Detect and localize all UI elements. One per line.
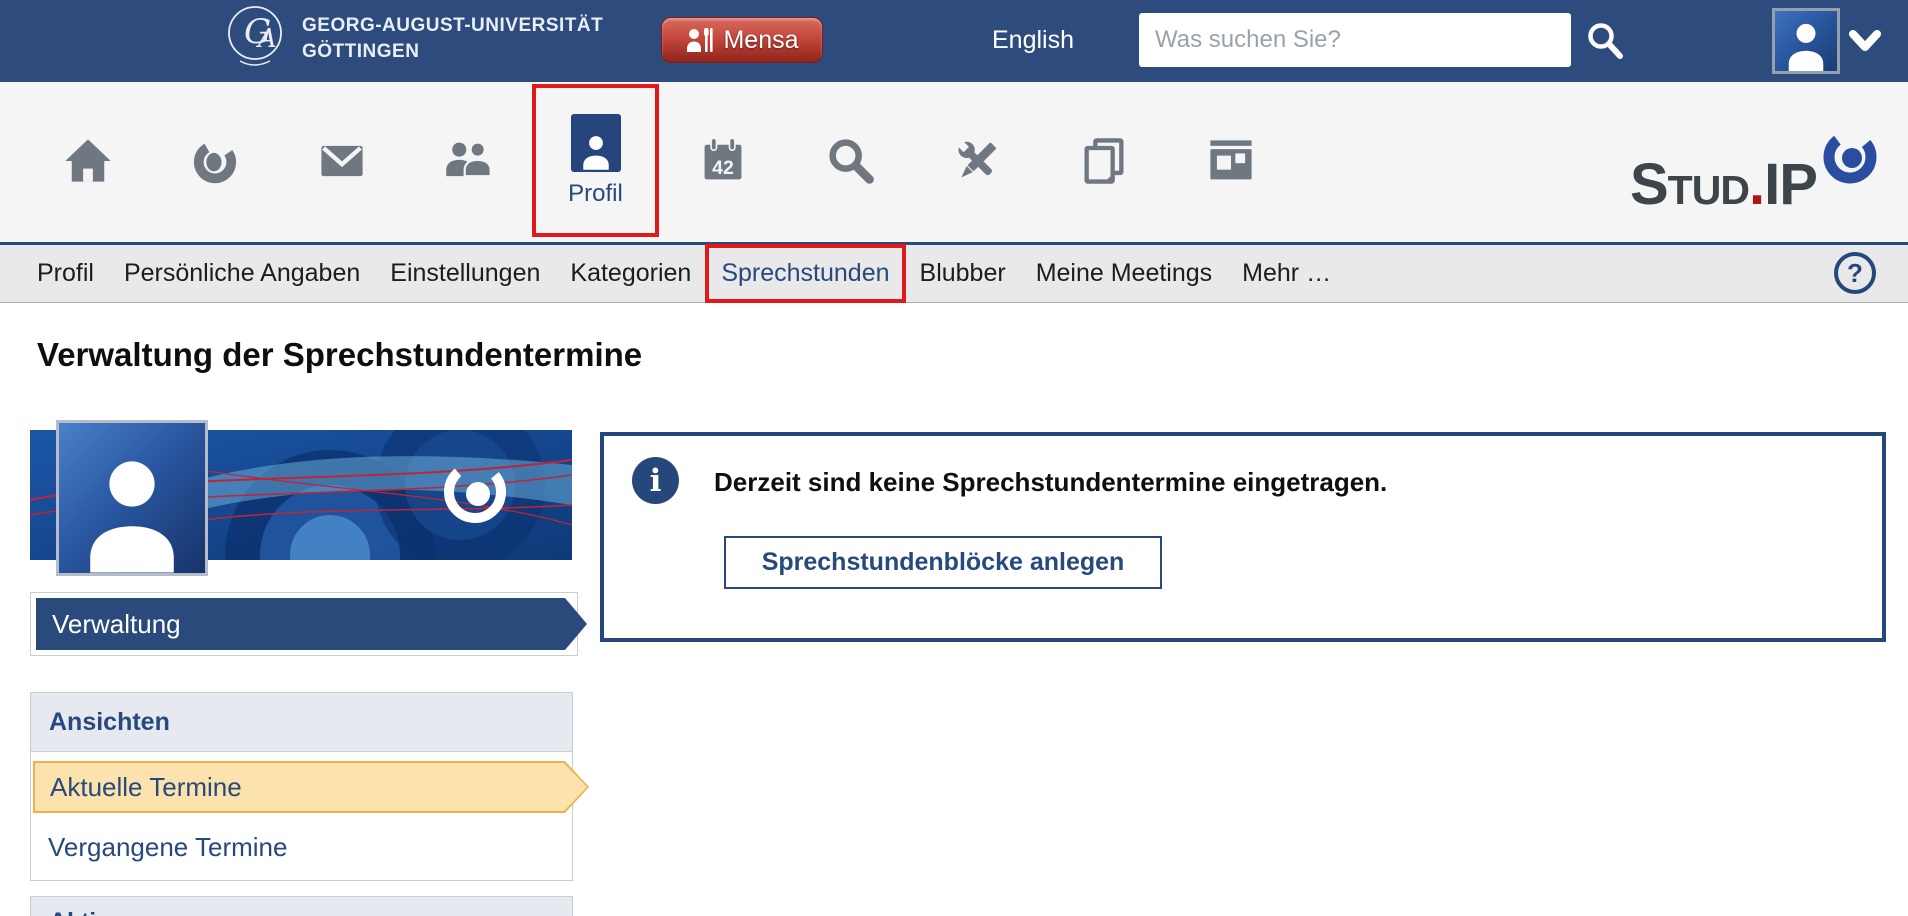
sidebar-nav-verwaltung[interactable]: Verwaltung	[36, 598, 587, 650]
sidebar-item-aktuelle-termine[interactable]: Aktuelle Termine	[33, 761, 589, 813]
nav-profile-active[interactable]: Profil	[532, 84, 659, 237]
bulletin-board-icon	[1205, 135, 1257, 187]
search-submit-icon[interactable]	[1584, 20, 1626, 62]
create-consultation-blocks-button[interactable]: Sprechstundenblöcke anlegen	[724, 536, 1162, 589]
global-search-box	[1139, 13, 1571, 67]
help-icon[interactable]: ?	[1834, 252, 1876, 294]
nav-profile-label: Profil	[568, 180, 623, 208]
search-icon	[824, 135, 876, 187]
nav-news-board[interactable]	[1167, 84, 1294, 237]
nav-community[interactable]	[405, 84, 532, 237]
main-navigation-toolbar: Profil 42	[0, 82, 1908, 245]
studip-logo-dot: .	[1749, 152, 1764, 217]
community-icon	[443, 135, 495, 187]
sidebar-user-avatar	[56, 420, 208, 576]
nav-courses[interactable]	[151, 84, 278, 237]
user-avatar[interactable]	[1772, 8, 1840, 74]
tab-blubber[interactable]: Blubber	[905, 245, 1021, 302]
tab-kategorien[interactable]: Kategorien	[555, 245, 706, 302]
sidebar-item-vergangene-termine[interactable]: Vergangene Termine	[32, 814, 572, 880]
nav-home[interactable]	[24, 84, 151, 237]
svg-text:A: A	[256, 24, 277, 54]
tab-mehr[interactable]: Mehr …	[1227, 245, 1346, 302]
studip-logo-part1: Stud	[1630, 152, 1749, 217]
schedule-calendar-icon: 42	[697, 135, 749, 187]
avatar-person-icon	[1780, 17, 1832, 71]
university-name[interactable]: GEORG-AUGUST-UNIVERSITÄT GÖTTINGEN	[302, 13, 603, 65]
info-icon: i	[632, 457, 679, 504]
user-menu-chevron-down-icon[interactable]	[1848, 28, 1882, 55]
studip-logo-part2: IP	[1764, 152, 1817, 217]
page-title: Verwaltung der Sprechstundentermine	[37, 336, 642, 374]
tab-meine-meetings[interactable]: Meine Meetings	[1021, 245, 1227, 302]
tab-einstellungen[interactable]: Einstellungen	[375, 245, 555, 302]
profile-person-glyph	[578, 130, 614, 172]
global-search-input[interactable]	[1139, 13, 1571, 67]
tools-icon	[951, 135, 1003, 187]
sidebar-section-aktionen-title: Aktionen	[31, 897, 572, 916]
university-name-line1: GEORG-AUGUST-UNIVERSITÄT	[302, 13, 603, 39]
studip-screen: G A GEORG-AUGUST-UNIVERSITÄT GÖTTINGEN M…	[0, 0, 1908, 916]
home-icon	[62, 135, 114, 187]
sidebar-section-ansichten-title: Ansichten	[31, 693, 572, 752]
calendar-week-number: 42	[712, 157, 734, 179]
university-name-line2: GÖTTINGEN	[302, 39, 603, 65]
tab-persoenliche-angaben[interactable]: Persönliche Angaben	[109, 245, 375, 302]
mensa-cutlery-icon	[685, 26, 715, 54]
language-switch-link[interactable]: English	[992, 26, 1074, 55]
studip-swirl-icon	[1821, 128, 1879, 186]
nav-tools[interactable]	[913, 84, 1040, 237]
nav-files[interactable]	[1040, 84, 1167, 237]
tab-profil[interactable]: Profil	[22, 245, 109, 302]
courses-swirl-icon	[189, 135, 241, 187]
nav-search[interactable]	[786, 84, 913, 237]
info-message-box: i Derzeit sind keine Sprechstundentermin…	[600, 432, 1886, 642]
mensa-button[interactable]: Mensa	[661, 17, 823, 63]
profile-icon	[571, 114, 621, 172]
files-icon	[1078, 135, 1130, 187]
mensa-button-label: Mensa	[723, 26, 798, 55]
tab-sprechstunden-active[interactable]: Sprechstunden	[706, 245, 904, 302]
sidebar-avatar-person-icon	[73, 449, 191, 573]
nav-messages[interactable]	[278, 84, 405, 237]
mail-icon	[316, 135, 368, 187]
sidebar-item-aktuelle-termine-label: Aktuelle Termine	[35, 763, 587, 811]
info-message-text: Derzeit sind keine Sprechstundentermine …	[714, 467, 1387, 498]
nav-schedule[interactable]: 42	[659, 84, 786, 237]
sidebar-section-aktionen: Aktionen	[30, 896, 573, 916]
profile-tab-bar: Profil Persönliche Angaben Einstellungen…	[0, 245, 1908, 303]
studip-logo: Stud.IP	[1630, 156, 1817, 214]
header-bar: G A GEORG-AUGUST-UNIVERSITÄT GÖTTINGEN M…	[0, 0, 1908, 82]
university-seal-logo[interactable]: G A	[222, 3, 286, 69]
sidebar-section-ansichten: Ansichten Aktuelle Termine Vergangene Te…	[30, 692, 573, 881]
